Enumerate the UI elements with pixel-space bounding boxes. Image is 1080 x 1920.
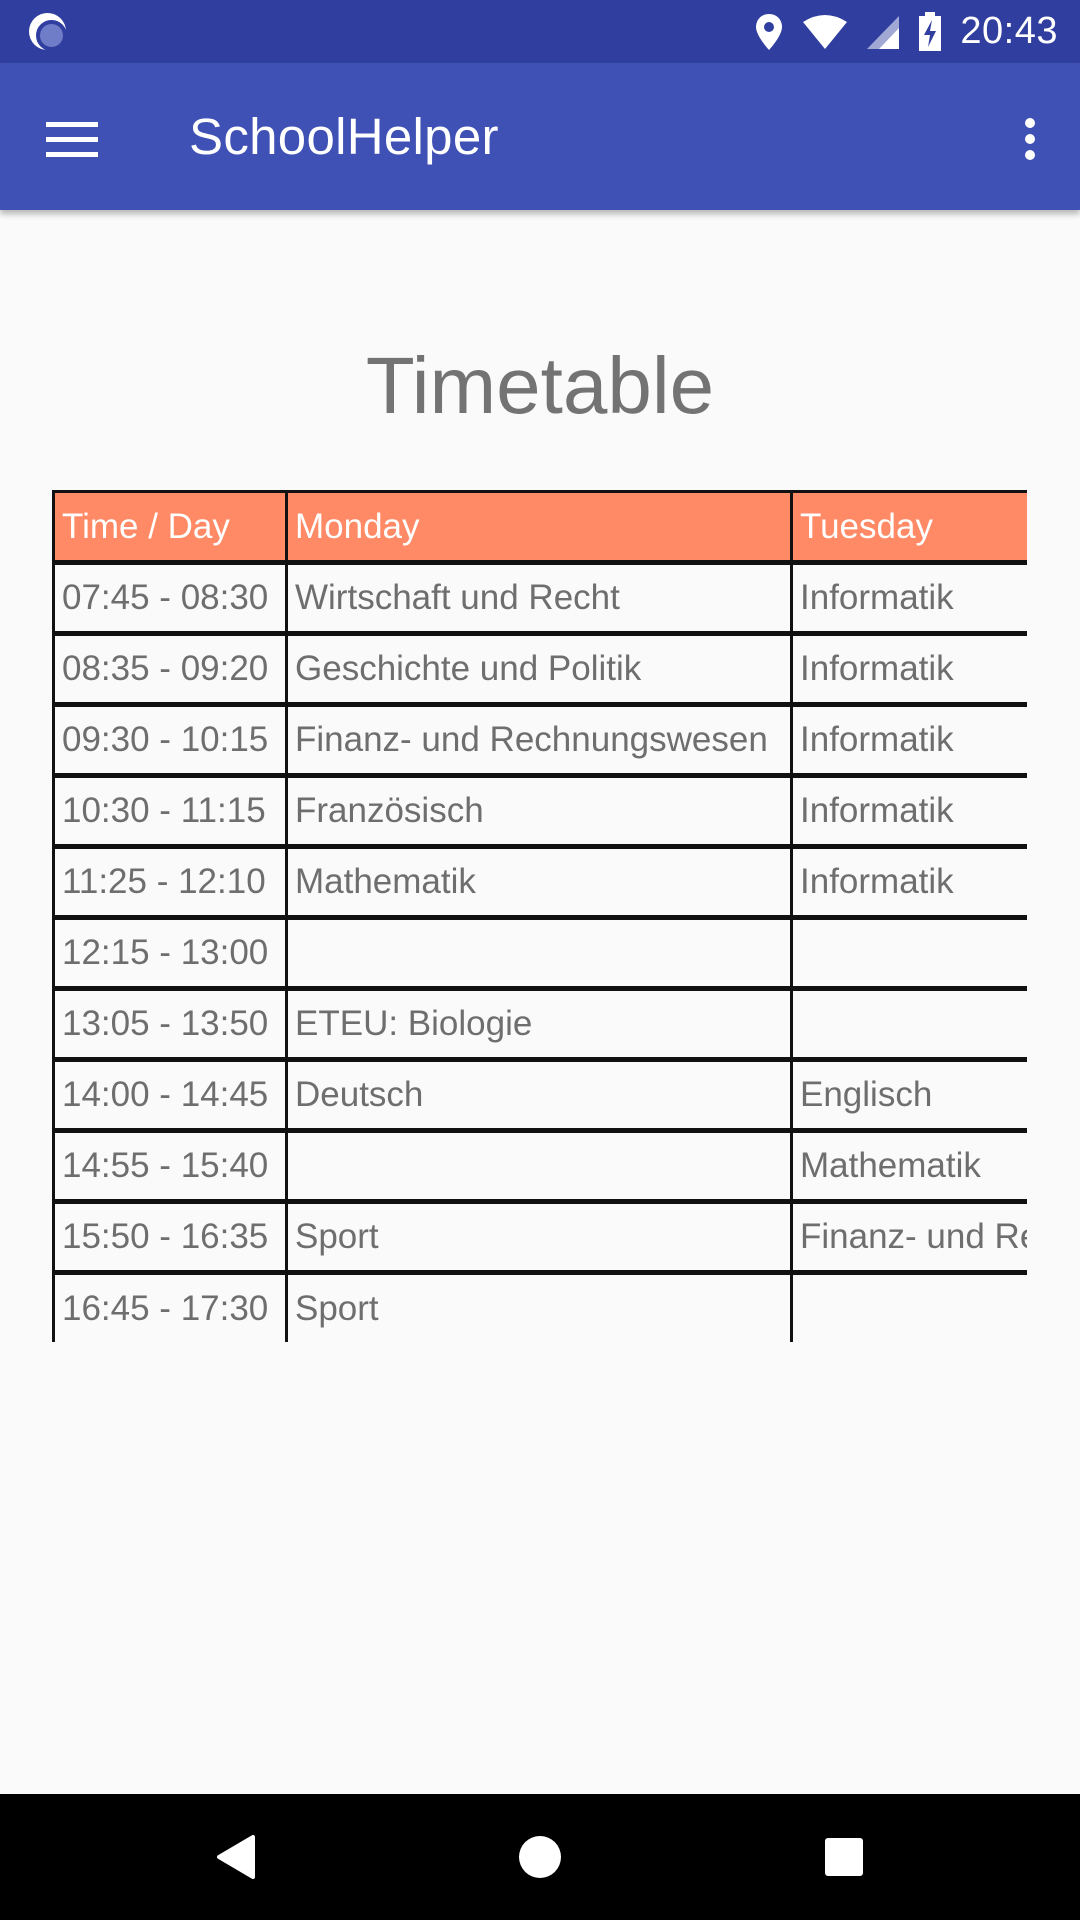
app-title: SchoolHelper [189,108,499,165]
time-cell: 13:05 - 13:50 [52,986,288,1061]
tuesday-cell[interactable] [790,915,1027,990]
table-row: 09:30 - 10:15 Finanz- und Rechnungswesen… [52,702,1027,777]
table-row: 12:15 - 13:00 [52,915,1027,990]
tuesday-cell[interactable] [790,986,1027,1061]
battery-charging-icon [919,11,942,51]
header-monday: Monday [285,490,793,564]
app-bar: SchoolHelper [0,63,1080,210]
table-row: 08:35 - 09:20 Geschichte und Politik Inf… [52,631,1027,706]
header-tuesday: Tuesday [790,490,1027,564]
page-title: Timetable [365,341,715,430]
monday-cell[interactable]: Mathematik [285,844,793,919]
wifi-icon [803,14,848,49]
monday-cell[interactable]: Sport [285,1270,793,1342]
header-row: Time / Day Monday Tuesday [52,490,1027,564]
status-icons: 20:43 [754,0,1058,63]
menu-button[interactable] [32,103,112,175]
monday-cell[interactable]: Wirtschaft und Recht [285,560,793,635]
time-cell: 09:30 - 10:15 [52,702,288,777]
location-icon [756,13,783,50]
time-cell: 15:50 - 16:35 [52,1199,288,1274]
table-row: 14:55 - 15:40 Mathematik [52,1128,1027,1203]
time-cell: 12:15 - 13:00 [52,915,288,990]
cell-signal-icon [867,15,900,49]
app-indicator-icon [29,13,67,51]
header-time-day: Time / Day [52,490,288,564]
monday-cell[interactable] [285,1128,793,1203]
tuesday-cell[interactable]: Englisch [790,1057,1027,1132]
status-bar: 20:43 [0,0,1080,63]
recents-button[interactable] [811,1824,877,1890]
tuesday-cell[interactable]: Informatik [790,560,1027,635]
table-row: 13:05 - 13:50 ETEU: Biologie [52,986,1027,1061]
tuesday-cell[interactable] [790,1270,1027,1342]
timetable-scroll[interactable]: Time / Day Monday Tuesday 07:45 - 08:30 … [52,490,1027,1342]
monday-cell[interactable]: Deutsch [285,1057,793,1132]
monday-cell[interactable]: Finanz- und Rechnungswesen [285,702,793,777]
navigation-bar [0,1794,1080,1920]
time-cell: 10:30 - 11:15 [52,773,288,848]
back-button[interactable] [202,1824,268,1890]
monday-cell[interactable]: ETEU: Biologie [285,986,793,1061]
monday-cell[interactable] [285,915,793,990]
home-button[interactable] [507,1824,573,1890]
time-cell: 14:00 - 14:45 [52,1057,288,1132]
table-row: 11:25 - 12:10 Mathematik Informatik [52,844,1027,919]
status-time: 20:43 [960,10,1058,52]
table-row: 16:45 - 17:30 Sport [52,1270,1027,1342]
overflow-menu-button[interactable] [1000,103,1060,175]
tuesday-cell[interactable]: Mathematik [790,1128,1027,1203]
monday-cell[interactable]: Französisch [285,773,793,848]
time-cell: 11:25 - 12:10 [52,844,288,919]
monday-cell[interactable]: Geschichte und Politik [285,631,793,706]
time-cell: 16:45 - 17:30 [52,1270,288,1342]
table-row: 15:50 - 16:35 Sport Finanz- und Re [52,1199,1027,1274]
table-row: 14:00 - 14:45 Deutsch Englisch [52,1057,1027,1132]
monday-cell[interactable]: Sport [285,1199,793,1274]
more-vert-icon [1025,118,1035,160]
time-cell: 08:35 - 09:20 [52,631,288,706]
recents-icon [825,1838,863,1876]
home-icon [519,1836,561,1878]
back-icon [217,1835,255,1879]
time-cell: 07:45 - 08:30 [52,560,288,635]
hamburger-menu-icon [46,122,98,157]
table-row: 07:45 - 08:30 Wirtschaft und Recht Infor… [52,560,1027,635]
timetable: Time / Day Monday Tuesday 07:45 - 08:30 … [52,490,1027,1342]
tuesday-cell[interactable]: Informatik [790,702,1027,777]
table-row: 10:30 - 11:15 Französisch Informatik [52,773,1027,848]
time-cell: 14:55 - 15:40 [52,1128,288,1203]
tuesday-cell[interactable]: Finanz- und Re [790,1199,1027,1274]
tuesday-cell[interactable]: Informatik [790,844,1027,919]
tuesday-cell[interactable]: Informatik [790,631,1027,706]
tuesday-cell[interactable]: Informatik [790,773,1027,848]
